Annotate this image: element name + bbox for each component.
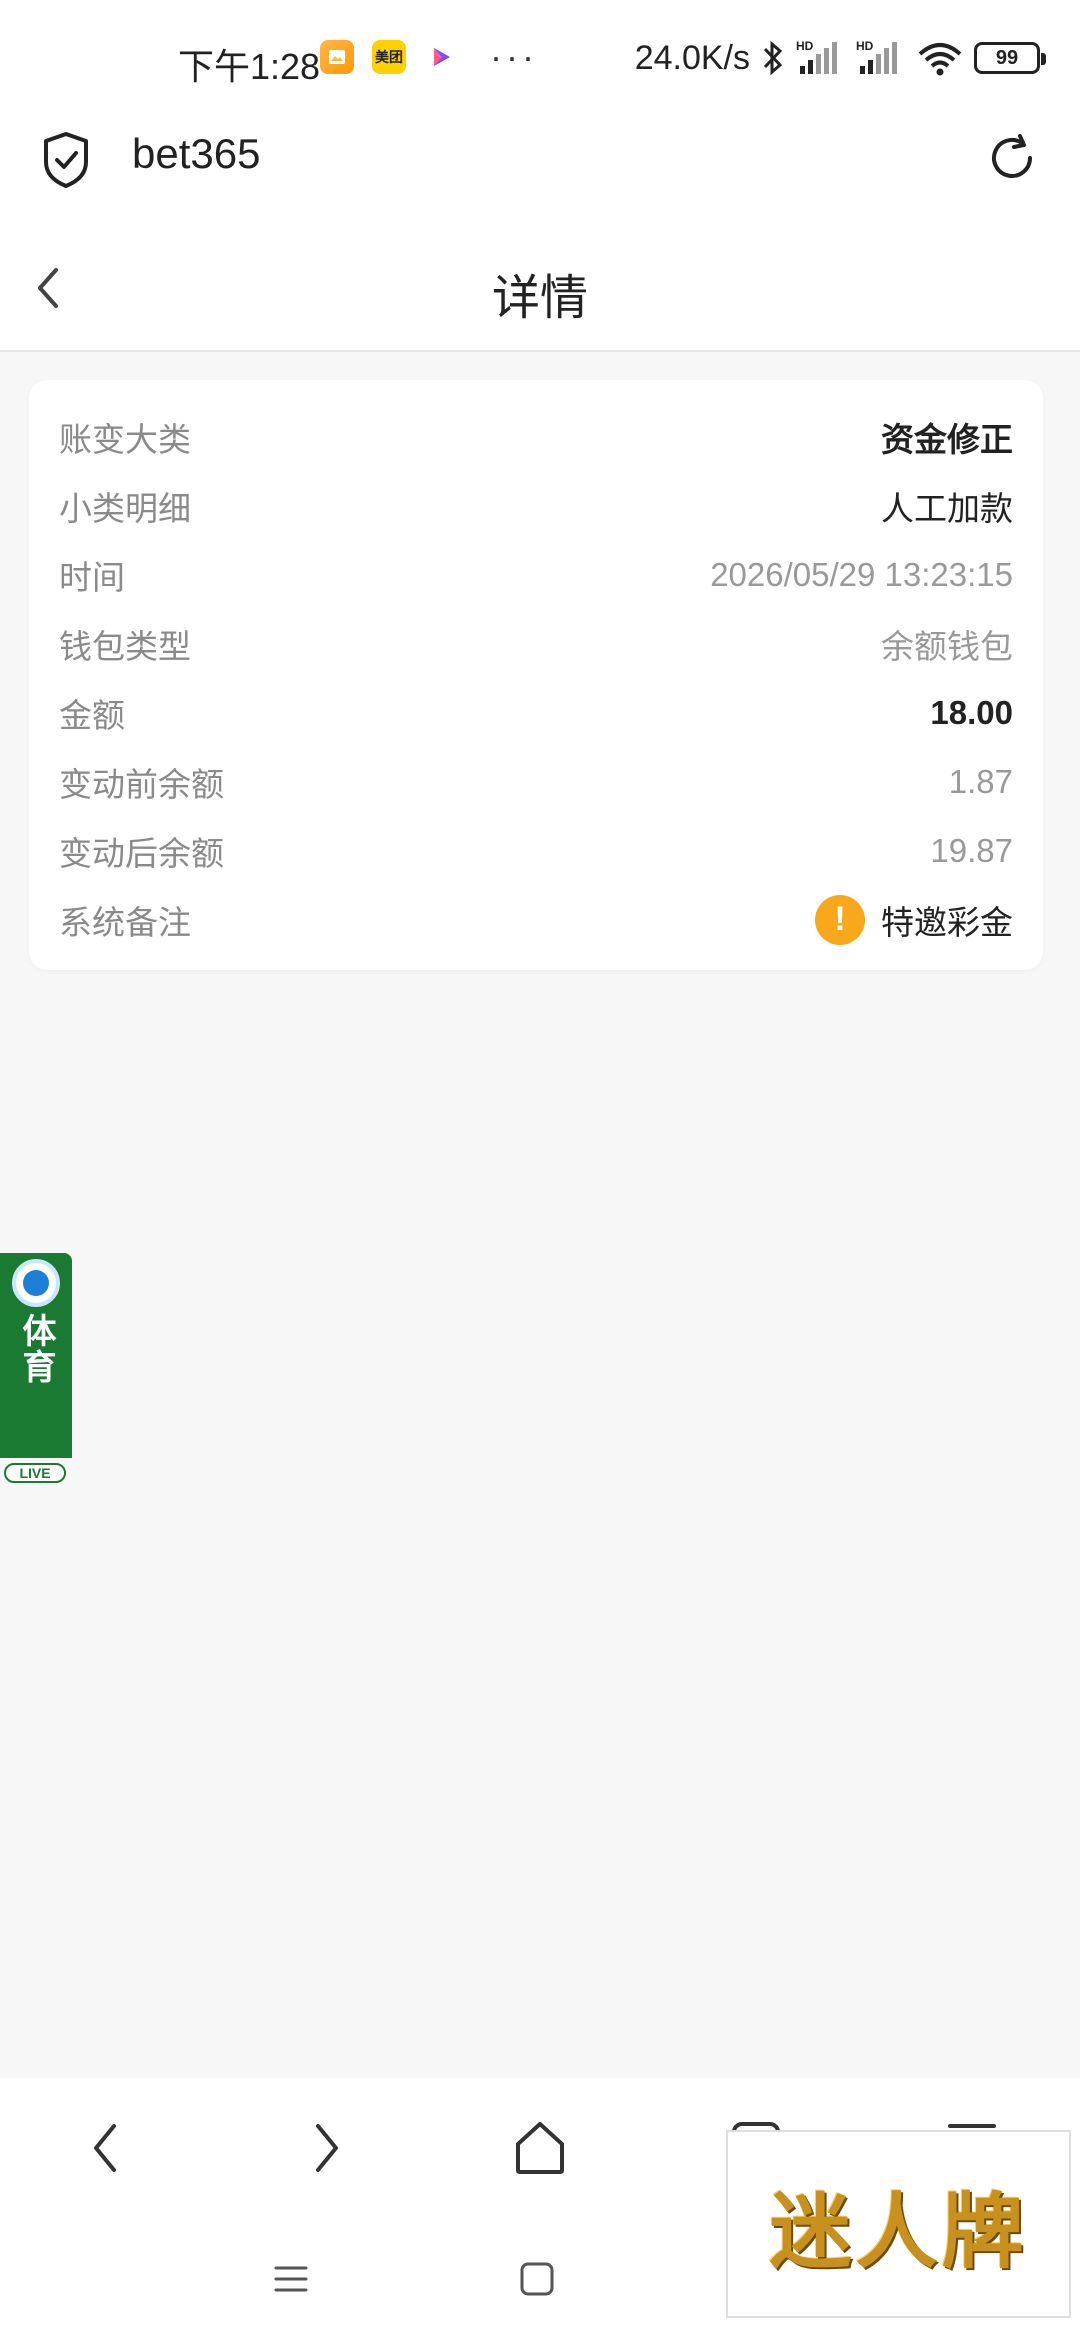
- svg-text:HD: HD: [796, 39, 814, 53]
- row-label: 金额: [59, 696, 125, 734]
- battery-level: 99: [995, 46, 1019, 69]
- row-value: 资金修正: [881, 420, 1013, 458]
- detail-row-subcategory: 小类明细 人工加款: [59, 471, 1013, 540]
- signal-1-icon: HD: [796, 39, 837, 74]
- status-time: 下午1:28: [178, 46, 321, 87]
- row-value: 1.87: [948, 762, 1013, 800]
- detail-row-category: 账变大类 资金修正: [59, 402, 1013, 471]
- page-header: 详情: [0, 230, 1080, 352]
- row-value: 2026/05/29 13:23:15: [710, 555, 1013, 593]
- live-label: LIVE: [4, 1463, 66, 1483]
- detail-row-amount: 金额 18.00: [59, 678, 1013, 747]
- status-notification-icons: 美团 ···: [320, 36, 538, 77]
- system-home-icon[interactable]: [512, 2254, 562, 2304]
- video-app-icon: [424, 40, 458, 74]
- shield-icon[interactable]: [40, 130, 92, 190]
- svg-text:HD: HD: [856, 39, 874, 53]
- row-label: 系统备注: [59, 903, 191, 941]
- battery-icon: 99: [974, 42, 1046, 74]
- row-value: 余额钱包: [881, 627, 1013, 665]
- row-value: 19.87: [930, 831, 1013, 869]
- detail-row-balance-before: 变动前余额 1.87: [59, 747, 1013, 816]
- bluetooth-icon: [763, 40, 783, 76]
- row-value: 人工加款: [881, 489, 1013, 527]
- page-title: 详情: [491, 272, 588, 325]
- nav-home-icon[interactable]: [510, 2118, 570, 2178]
- recent-apps-icon[interactable]: [266, 2254, 316, 2304]
- nav-back-icon[interactable]: [78, 2118, 138, 2178]
- detail-row-remark: 系统备注 ! 特邀彩金: [59, 885, 1013, 954]
- row-label: 小类明细: [59, 489, 191, 527]
- row-label: 钱包类型: [59, 627, 191, 665]
- detail-card: 账变大类 资金修正 小类明细 人工加款 时间 2026/05/29 13:23:…: [29, 380, 1043, 970]
- signal-2-icon: HD: [856, 39, 897, 74]
- gallery-app-icon: [320, 40, 354, 74]
- more-notifications-icon: ···: [490, 36, 538, 77]
- status-right-icons: 24.0K/s HD HD 99: [634, 38, 1046, 78]
- detail-row-balance-after: 变动后余额 19.87: [59, 816, 1013, 885]
- watermark-text: 迷人牌: [769, 2183, 1028, 2280]
- row-label: 时间: [59, 558, 125, 596]
- sports-ball-icon: [12, 1259, 60, 1307]
- row-label: 变动前余额: [59, 765, 224, 803]
- row-value: 特邀彩金: [881, 903, 1013, 941]
- live-badge-body: 体育: [0, 1253, 72, 1458]
- status-bar: 下午1:28 美团 ··· 24.0K/s HD HD 99: [0, 0, 1080, 120]
- live-badge-text: 体育: [17, 1313, 55, 1385]
- browser-bar: bet365: [0, 120, 1080, 230]
- row-value: 18.00: [930, 693, 1013, 731]
- net-speed: 24.0K/s: [634, 38, 750, 77]
- alert-icon: !: [815, 894, 865, 945]
- site-name: bet365: [132, 130, 261, 177]
- meituan-app-icon: 美团: [372, 40, 406, 74]
- row-label: 账变大类: [59, 420, 191, 458]
- watermark-logo: 迷人牌: [726, 2130, 1071, 2318]
- row-label: 变动后余额: [59, 834, 224, 872]
- detail-row-time: 时间 2026/05/29 13:23:15: [59, 540, 1013, 609]
- refresh-icon[interactable]: [984, 130, 1040, 186]
- detail-row-wallet: 钱包类型 余额钱包: [59, 609, 1013, 678]
- wifi-icon: [918, 43, 962, 76]
- remark-value-wrap: ! 特邀彩金: [815, 894, 1013, 945]
- live-sports-badge[interactable]: 体育 LIVE: [0, 1253, 72, 1483]
- nav-forward-icon[interactable]: [294, 2118, 354, 2178]
